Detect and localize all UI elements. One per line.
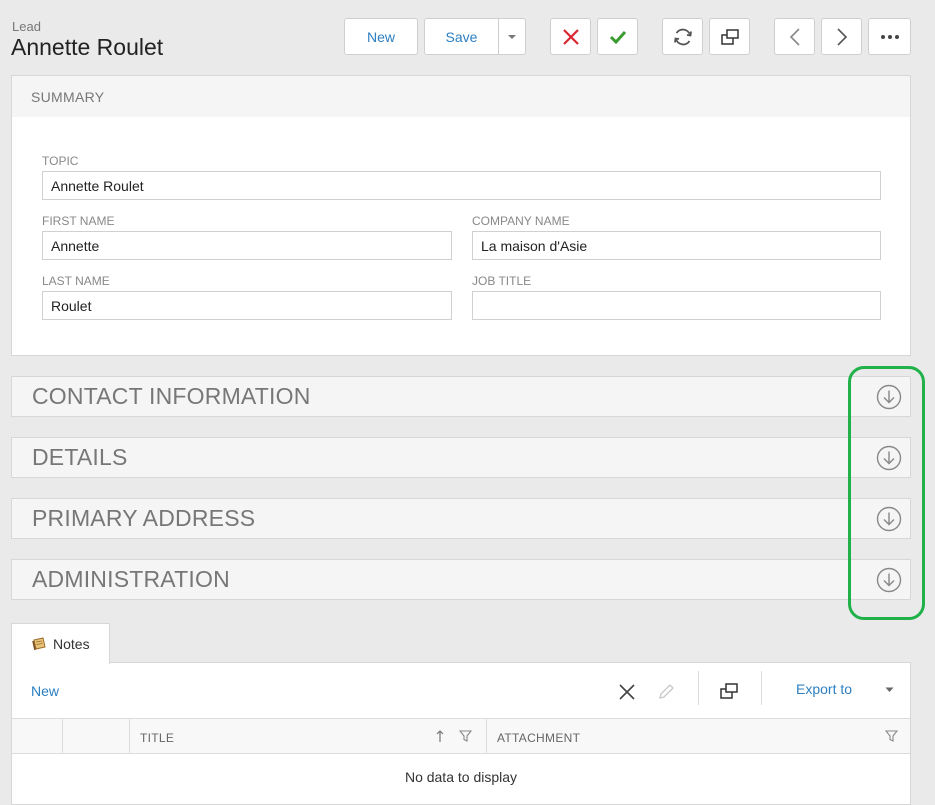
empty-state-text: No data to display: [404, 769, 518, 785]
grid-toolbar: New Export to: [12, 663, 910, 719]
refresh-button[interactable]: [662, 18, 703, 55]
job-title-input[interactable]: [472, 291, 881, 320]
delete-button[interactable]: [550, 18, 591, 55]
checkmark-icon: [609, 30, 626, 44]
entity-type-label: Lead: [12, 19, 41, 34]
grid-header: TITLE ATTACHMENT: [12, 719, 910, 754]
column-title-label: TITLE: [140, 731, 175, 745]
close-icon: [562, 28, 579, 45]
filter-icon[interactable]: [885, 730, 898, 742]
first-name-input[interactable]: [42, 231, 452, 260]
section-administration[interactable]: ADMINISTRATION: [11, 559, 911, 600]
sort-ascending-icon[interactable]: [436, 730, 444, 743]
company-name-label: COMPANY NAME: [472, 214, 570, 228]
grid-new-button[interactable]: New: [31, 683, 59, 699]
summary-panel: SUMMARY TOPIC FIRST NAME COMPANY NAME LA…: [11, 75, 911, 356]
open-new-window-button[interactable]: [709, 18, 750, 55]
refresh-icon: [673, 28, 692, 45]
section-primary-address[interactable]: PRIMARY ADDRESS: [11, 498, 911, 539]
expand-arrow-icon[interactable]: [876, 445, 902, 471]
delete-icon[interactable]: [618, 683, 636, 701]
toolbar-separator: [698, 671, 699, 705]
save-dropdown-button[interactable]: [498, 18, 526, 55]
previous-record-button[interactable]: [774, 18, 815, 55]
column-title[interactable]: TITLE: [130, 719, 487, 754]
form-header: Lead Annette Roulet New Save: [0, 0, 935, 70]
first-name-label: FIRST NAME: [42, 214, 115, 228]
section-title: ADMINISTRATION: [32, 566, 230, 592]
expand-arrow-icon[interactable]: [876, 567, 902, 593]
more-icon: [880, 34, 899, 39]
section-title: PRIMARY ADDRESS: [32, 505, 256, 531]
toolbar-separator: [761, 671, 762, 705]
edit-pencil-icon[interactable]: [657, 683, 675, 701]
notes-icon: [32, 637, 46, 651]
save-button-label: Save: [445, 28, 478, 45]
last-name-label: LAST NAME: [42, 274, 110, 288]
section-title: DETAILS: [32, 444, 128, 470]
section-details[interactable]: DETAILS: [11, 437, 911, 478]
topic-label: TOPIC: [42, 154, 79, 168]
new-button-label: New: [366, 28, 395, 45]
select-column[interactable]: [12, 719, 63, 754]
export-button[interactable]: Export to: [796, 681, 852, 697]
job-title-label: JOB TITLE: [472, 274, 532, 288]
more-actions-button[interactable]: [868, 18, 911, 55]
summary-heading: SUMMARY: [12, 76, 910, 117]
icon-column: [63, 719, 130, 754]
save-button[interactable]: Save: [424, 18, 499, 55]
last-name-input[interactable]: [42, 291, 452, 320]
expand-arrow-icon[interactable]: [876, 506, 902, 532]
chevron-right-icon: [836, 27, 847, 46]
section-title: CONTACT INFORMATION: [32, 383, 311, 409]
tab-notes[interactable]: Notes: [11, 623, 110, 664]
caret-down-icon[interactable]: [885, 687, 894, 693]
page-title: Annette Roulet: [11, 34, 164, 60]
next-record-button[interactable]: [821, 18, 862, 55]
new-button[interactable]: New: [344, 18, 418, 55]
section-contact-information[interactable]: CONTACT INFORMATION: [11, 376, 911, 417]
notes-grid: New Export to TITLE ATTACHMENT No data t…: [11, 662, 911, 805]
save-and-close-button[interactable]: [597, 18, 638, 55]
topic-input[interactable]: [42, 171, 881, 200]
company-name-input[interactable]: [472, 231, 881, 260]
expand-arrow-icon[interactable]: [876, 384, 902, 410]
tab-notes-label: Notes: [53, 636, 90, 652]
column-attachment[interactable]: ATTACHMENT: [487, 719, 910, 754]
chevron-left-icon: [789, 27, 800, 46]
filter-icon[interactable]: [459, 730, 472, 742]
popout-icon[interactable]: [720, 683, 738, 699]
caret-down-icon: [508, 34, 516, 39]
popout-icon: [720, 28, 739, 45]
column-attachment-label: ATTACHMENT: [497, 731, 581, 745]
